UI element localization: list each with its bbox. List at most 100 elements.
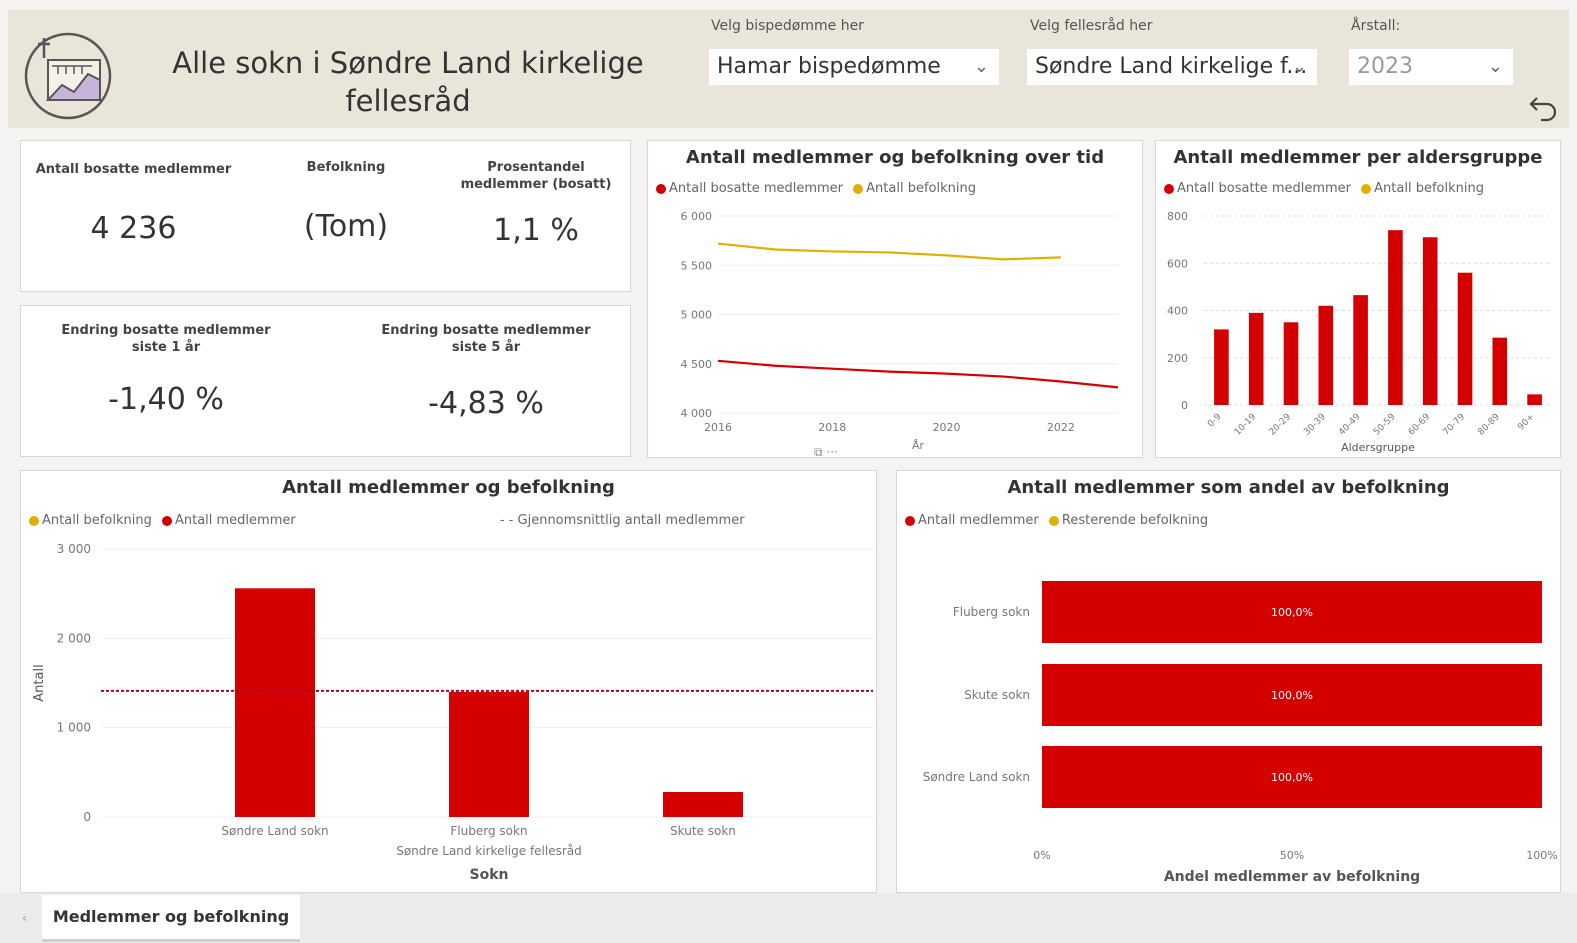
series-line xyxy=(717,242,1061,261)
y-tick-label: 0 xyxy=(1181,399,1188,412)
x-tick-label: 50% xyxy=(1280,849,1304,862)
y-tick-label: 400 xyxy=(1167,305,1188,318)
kpi-percentage-label: Prosentandel medlemmer (bosatt) xyxy=(460,160,612,192)
x-tick-label: Søndre Land sokn xyxy=(221,824,328,838)
kpi-population-value: (Tom) xyxy=(303,209,389,244)
y-tick-label: 800 xyxy=(1167,210,1188,223)
age-bar xyxy=(1527,394,1542,405)
parish-chart-card[interactable]: Antall medlemmer og befolkning Antall be… xyxy=(20,470,877,893)
chevron-down-icon: ⌄ xyxy=(1291,56,1307,77)
age-chart-card[interactable]: Antall medlemmer per aldersgruppe Antall… xyxy=(1155,140,1561,458)
data-label: 100,0% xyxy=(1271,606,1313,619)
diocese-dropdown[interactable]: Hamar bispedømme ⌄ xyxy=(708,48,1000,86)
x-axis-title: Andel medlemmer av befolkning xyxy=(1164,869,1420,885)
x-axis-title: Sokn xyxy=(470,867,509,883)
kpi-card-change: Endring bosatte medlemmer siste 1 år -1,… xyxy=(20,305,631,457)
age-bar xyxy=(1214,329,1229,405)
report-header: Alle sokn i Søndre Land kirkelige felles… xyxy=(8,10,1569,128)
line-chart-plot: 6 000 5 500 5 000 4 500 4 0002016 2018 2020 202… xyxy=(681,210,1119,452)
x-tick-label: 30-39 xyxy=(1302,412,1328,438)
kpi-percentage-value: 1,1 % xyxy=(493,213,579,248)
age-bar xyxy=(1388,230,1403,405)
line-chart-card[interactable]: Antall medlemmer og befolkning over tid … xyxy=(647,140,1143,460)
diocese-dropdown-value: Hamar bispedømme xyxy=(717,54,941,79)
x-tick-label: 70-79 xyxy=(1442,412,1468,438)
y-tick-label: 2 000 xyxy=(57,631,91,645)
x-tick-label: 0-9 xyxy=(1206,412,1224,430)
y-tick-label: 200 xyxy=(1167,352,1188,365)
x-tick-label: 2018 xyxy=(818,421,846,434)
group-label: Søndre Land kirkelige fellesråd xyxy=(396,844,582,858)
parish-bar xyxy=(663,791,743,817)
kpi-change1-value: -1,40 % xyxy=(108,382,224,417)
page-tab-bar: ‹ Medlemmer og befolkning xyxy=(0,893,1577,943)
council-dropdown-value: Søndre Land kirkelige f... xyxy=(1035,54,1308,79)
x-tick-label: 0% xyxy=(1033,849,1050,862)
kpi-change1-label: Endring bosatte medlemmer siste 1 år xyxy=(61,323,271,355)
x-tick-label: 80-89 xyxy=(1476,412,1502,438)
x-tick-label: 50-59 xyxy=(1372,412,1398,438)
kpi-population-label: Befolkning xyxy=(306,160,386,175)
y-tick-label: 5 000 xyxy=(681,309,713,322)
x-tick-label: 2016 xyxy=(704,421,732,434)
year-dropdown-value: 2023 xyxy=(1357,54,1413,79)
x-axis-title: Aldersgruppe xyxy=(1341,441,1415,454)
x-tick-label: 2020 xyxy=(933,421,961,434)
page-title: Alle sokn i Søndre Land kirkelige felles… xyxy=(172,46,644,118)
age-chart-plot: 800 600 400 200 0 0-9 10-19 20-29 30-39 40-49 50-5… xyxy=(1167,210,1552,454)
share-chart-plot: Fluberg sokn 100,0% Skute sokn 100,0% Søndre… xyxy=(923,581,1558,885)
age-bar xyxy=(1457,272,1473,405)
data-label: 100,0% xyxy=(1271,689,1313,702)
kpi-card-members: Antall bosatte medlemmer 4 236 Befolknin… xyxy=(20,140,631,292)
chevron-down-icon: ⌄ xyxy=(1487,56,1503,77)
kpi-members-value: 4 236 xyxy=(90,211,177,246)
y-tick-label: 4 500 xyxy=(681,358,713,371)
y-tick-label: 600 xyxy=(1167,257,1188,270)
parish-bar xyxy=(449,691,529,817)
year-slicer-label: Årstall: xyxy=(1351,18,1401,34)
x-tick-label: 40-49 xyxy=(1337,412,1363,438)
y-tick-label: 6 000 xyxy=(681,210,713,223)
age-bar xyxy=(1422,237,1438,405)
x-tick-label: Fluberg sokn xyxy=(450,824,527,838)
data-label: 100,0% xyxy=(1271,771,1313,784)
council-slicer-label: Velg fellesråd her xyxy=(1030,18,1153,34)
age-bar xyxy=(1492,337,1508,405)
tab-members-population[interactable]: Medlemmer og befolkning xyxy=(42,895,300,942)
kpi-change5-label: Endring bosatte medlemmer siste 5 år xyxy=(381,323,591,355)
y-tick-label: 0 xyxy=(83,810,91,824)
focus-mode-icon[interactable]: ⧉ ··· xyxy=(814,445,838,460)
age-bar xyxy=(1353,295,1368,405)
x-axis-title: År xyxy=(912,439,925,452)
series-line xyxy=(717,359,1119,389)
age-bar xyxy=(1248,312,1264,405)
share-chart-card[interactable]: Antall medlemmer som andel av befolkning… xyxy=(896,470,1561,893)
y-tick-label: 3 000 xyxy=(57,542,91,556)
y-tick-label: 5 500 xyxy=(681,259,713,272)
y-tick-label: Skute sokn xyxy=(964,688,1030,702)
x-tick-label: 2022 xyxy=(1047,421,1075,434)
chevron-down-icon: ⌄ xyxy=(973,56,989,77)
council-dropdown[interactable]: Søndre Land kirkelige f... ⌄ xyxy=(1026,48,1318,86)
church-statistics-logo-icon xyxy=(24,32,112,120)
diocese-slicer-label: Velg bispedømme her xyxy=(711,18,864,34)
y-tick-label: Fluberg sokn xyxy=(953,605,1030,619)
x-tick-label: 20-29 xyxy=(1268,412,1294,438)
parish-bar xyxy=(235,588,315,817)
y-axis-title: Antall xyxy=(32,664,47,701)
undo-arrow-icon[interactable] xyxy=(1527,92,1559,124)
parish-chart-plot: 3 000 2 000 1 000 0 Antall Søndre Land sokn Fl… xyxy=(32,542,873,883)
x-tick-label: 60-69 xyxy=(1407,412,1433,438)
kpi-change5-value: -4,83 % xyxy=(428,386,544,421)
x-tick-label: 100% xyxy=(1526,849,1557,862)
tab-scroll-icon[interactable]: ‹ xyxy=(22,911,27,925)
kpi-members-label: Antall bosatte medlemmer xyxy=(35,162,232,177)
year-dropdown[interactable]: 2023 ⌄ xyxy=(1348,48,1514,86)
x-tick-label: 90+ xyxy=(1516,412,1537,433)
age-bar xyxy=(1318,305,1334,405)
age-bar xyxy=(1283,322,1299,405)
x-tick-label: 10-19 xyxy=(1233,412,1259,438)
y-tick-label: Søndre Land sokn xyxy=(923,770,1030,784)
y-tick-label: 4 000 xyxy=(681,407,713,420)
x-tick-label: Skute sokn xyxy=(670,824,736,838)
